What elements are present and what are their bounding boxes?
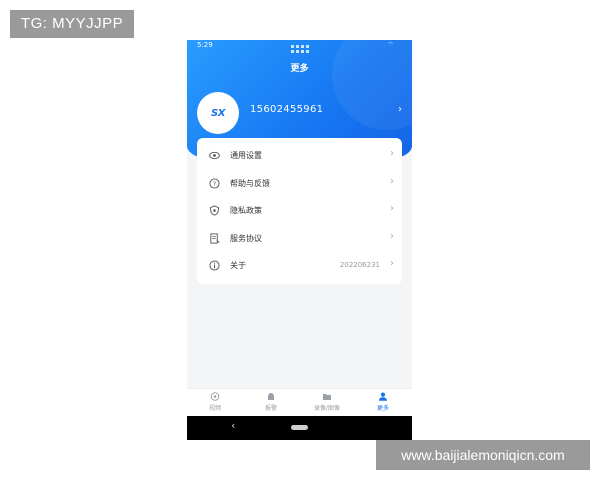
help-circle-icon: ? — [209, 177, 220, 189]
tab-label: 录像/图像 — [313, 405, 341, 412]
chevron-right-icon: › — [390, 230, 394, 242]
svg-text:?: ? — [213, 179, 216, 187]
menu-item-label: 关于 — [230, 261, 246, 270]
chevron-right-icon: › — [390, 203, 394, 214]
signal-icon: ⌔ — [387, 41, 394, 49]
tab-more[interactable]: 更多 — [355, 392, 411, 416]
menu-card: 通用设置 › ? 帮助与反馈 › 隐私政策 › 服务协议 › 关于 202206… — [197, 138, 402, 284]
phone-screen: 5:29 ⌔ 更多 SX 15602455961 › 通用设置 › ? 帮助与反… — [187, 40, 412, 440]
video-icon — [210, 392, 220, 401]
tab-label: 更多 — [376, 405, 389, 412]
watermark-top-left: TG: MYYJJPP — [10, 10, 134, 38]
tab-label: 视频 — [208, 405, 221, 412]
menu-item-general-settings[interactable]: 通用设置 › — [197, 142, 402, 170]
info-icon — [209, 260, 220, 271]
page-title: 更多 — [290, 64, 309, 74]
menu-item-label: 服务协议 — [230, 233, 262, 243]
header-decoration — [332, 40, 412, 130]
avatar-logo: SX — [211, 107, 225, 119]
home-pill-icon[interactable] — [291, 425, 308, 430]
person-icon — [379, 392, 387, 401]
menu-item-about[interactable]: 关于 202206231 › — [197, 252, 402, 280]
chevron-right-icon[interactable]: › — [398, 104, 402, 115]
tab-recordings[interactable]: 录像/图像 — [299, 392, 355, 416]
avatar[interactable]: SX — [197, 92, 239, 134]
tab-label: 报警 — [264, 405, 277, 412]
menu-item-value: 202206231 — [339, 261, 380, 269]
grid-icon — [291, 45, 309, 53]
document-icon — [210, 232, 220, 244]
user-phone[interactable]: 15602455961 — [250, 104, 323, 115]
alarm-icon — [268, 393, 274, 400]
back-icon[interactable]: ‹ — [231, 419, 235, 432]
bottom-tab-bar: 视频 报警 录像/图像 更多 — [187, 388, 412, 417]
chevron-right-icon: › — [390, 148, 394, 159]
folder-icon — [323, 394, 331, 400]
eye-icon — [209, 151, 220, 160]
shield-icon — [209, 205, 220, 216]
menu-item-label: 通用设置 — [230, 151, 262, 160]
menu-item-label: 隐私政策 — [230, 206, 262, 215]
tab-alarm[interactable]: 报警 — [243, 392, 299, 416]
chevron-right-icon: › — [390, 258, 394, 269]
watermark-bottom-right: www.baijialemoniqicn.com — [376, 440, 590, 470]
tab-video[interactable]: 视频 — [187, 392, 243, 416]
menu-item-service-agreement[interactable]: 服务协议 › — [197, 225, 402, 253]
menu-item-label: 帮助与反馈 — [230, 178, 270, 188]
chevron-right-icon: › — [390, 175, 394, 187]
menu-item-privacy-policy[interactable]: 隐私政策 › — [197, 197, 402, 225]
status-time: 5:29 — [197, 41, 213, 49]
system-nav-bar: ‹ — [187, 416, 412, 440]
menu-item-help-feedback[interactable]: ? 帮助与反馈 › — [197, 170, 402, 198]
